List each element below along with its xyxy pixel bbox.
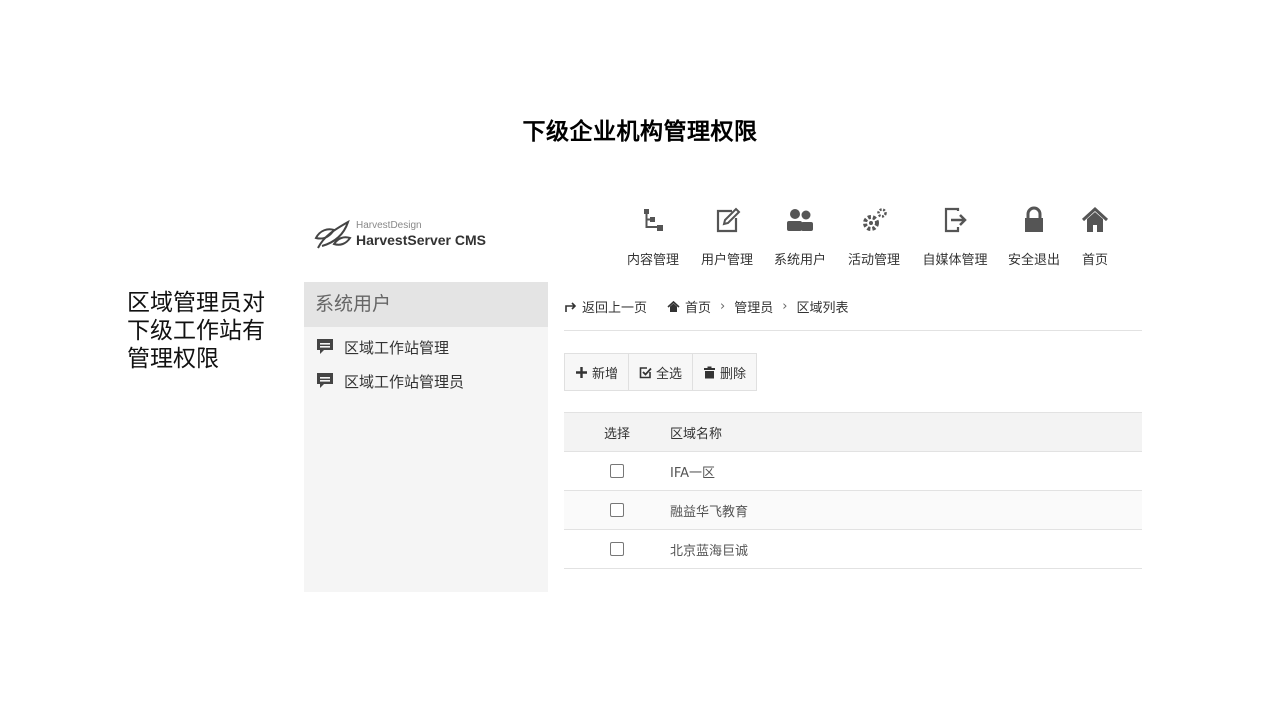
back-label: 返回上一页 [582,300,648,316]
column-header-region-name: 区域名称 [670,412,1142,452]
table-row[interactable]: 融益华飞教育 [564,490,1142,530]
side-note-line: 下级工作站有 [127,318,265,344]
nav-label: 系统用户 [773,253,826,268]
slide-title: 下级企业机构管理权限 [522,119,758,145]
back-link[interactable]: 返回上一页 [564,296,647,316]
region-name-cell: 北京蓝海巨诚 [670,529,1142,569]
select-all-button[interactable]: 全选 [629,354,694,390]
region-name-cell: IFA一区 [670,451,1142,491]
chevron-right-icon: › [720,298,726,314]
nav-label: 首页 [1081,253,1108,268]
sidebar-item-label: 区域工作站管理员 [344,372,465,391]
chevron-right-icon: › [782,298,788,314]
side-note: 区域管理员对 下级工作站有 管理权限 [127,289,287,373]
comment-icon [317,373,333,388]
plus-icon [576,366,587,378]
nav-label: 活动管理 [847,253,900,268]
breadcrumb-home[interactable]: 首页 [667,296,711,316]
select-cell [564,529,670,569]
action-toolbar: 新增 全选 删除 [564,353,758,391]
nav-label: 内容管理 [626,253,679,268]
nav-media-management[interactable]: 自媒体管理 [920,205,990,269]
select-cell [564,490,670,530]
side-note-line: 管理权限 [127,346,219,372]
breadcrumb: 返回上一页 首页 › 管理员 › 区域列表 [564,296,1142,331]
home-icon [667,300,680,312]
sidebar-title: 系统用户 [304,282,548,327]
add-label: 新增 [592,366,619,382]
nav-label: 用户管理 [700,253,753,268]
nav-label: 自媒体管理 [922,253,988,268]
back-arrow-icon [565,301,577,312]
table-header-row: 选择 区域名称 [564,412,1142,452]
nav-logout[interactable]: 安全退出 [1007,205,1061,269]
region-table: 选择 区域名称 IFA一区 融益华飞教育 北京蓝海巨诚 [564,412,1142,569]
edit-icon [716,207,741,233]
sidebar-item-workstation-admins[interactable]: 区域工作站管理员 [304,364,548,398]
breadcrumb-item[interactable]: 管理员 [734,296,773,316]
gears-icon [863,208,887,231]
comment-icon [317,339,333,354]
nav-content-management[interactable]: 内容管理 [626,205,680,269]
users-icon [787,209,813,231]
leaf-logo-icon [314,219,352,249]
table-row[interactable]: 北京蓝海巨诚 [564,529,1142,569]
nav-activity-management[interactable]: 活动管理 [847,205,901,269]
select-cell [564,451,670,491]
breadcrumb-home-label: 首页 [685,300,712,316]
logo-title: HarvestServer CMS [356,232,486,248]
row-checkbox[interactable] [610,503,624,517]
add-button[interactable]: 新增 [565,354,630,390]
nav-label: 安全退出 [1007,253,1060,268]
nav-user-management[interactable]: 用户管理 [700,205,754,269]
row-checkbox[interactable] [610,464,624,478]
side-note-line: 区域管理员对 [127,290,265,316]
nav-system-users[interactable]: 系统用户 [773,205,827,269]
row-checkbox[interactable] [610,542,624,556]
app-logo[interactable]: HarvestDesign HarvestServer CMS [314,216,486,252]
delete-button[interactable]: 删除 [693,354,756,390]
trash-icon [704,366,716,378]
check-square-icon [639,366,652,378]
region-name-cell: 融益华飞教育 [670,490,1142,530]
sitemap-icon [644,209,663,231]
export-icon [944,207,967,233]
sidebar: 系统用户 区域工作站管理 区域工作站管理员 [304,282,548,592]
sidebar-item-workstation-management[interactable]: 区域工作站管理 [304,330,548,364]
select-all-label: 全选 [656,366,683,382]
breadcrumb-current: 区域列表 [796,300,849,316]
column-header-select: 选择 [564,412,670,452]
sidebar-item-label: 区域工作站管理 [344,338,450,357]
home-icon [1081,206,1109,232]
logo-subtitle: HarvestDesign [356,220,422,231]
delete-label: 删除 [720,366,747,382]
table-row[interactable]: IFA一区 [564,451,1142,491]
nav-home[interactable]: 首页 [1075,205,1115,269]
lock-icon [1025,206,1043,232]
